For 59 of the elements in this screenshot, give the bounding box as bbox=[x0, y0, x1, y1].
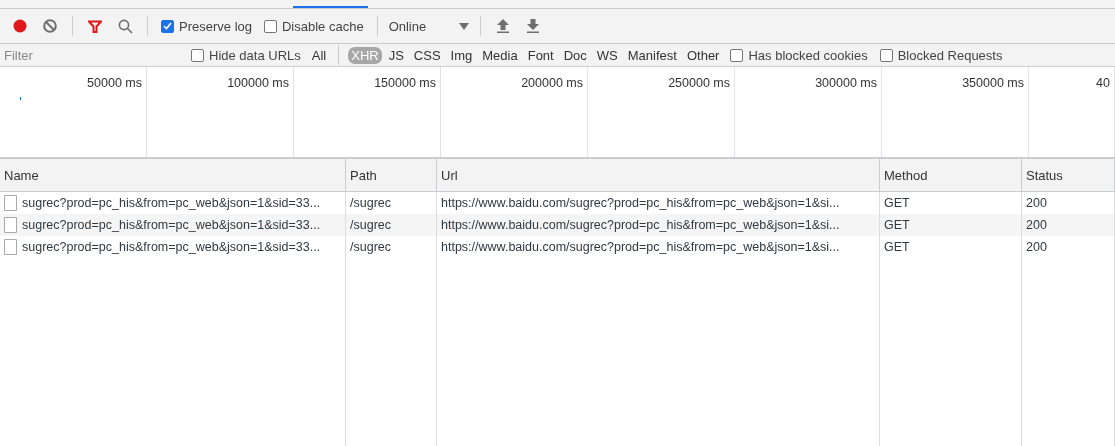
type-filter-button[interactable]: WS bbox=[593, 46, 621, 64]
table-cell: /sugrec bbox=[350, 240, 391, 254]
column-header[interactable]: Url bbox=[437, 159, 880, 192]
download-arrow-icon bbox=[526, 19, 539, 33]
file-icon bbox=[4, 239, 17, 255]
checkbox-label: Preserve log bbox=[179, 18, 252, 34]
checkbox-label: Disable cache bbox=[282, 18, 364, 34]
checkbox[interactable] bbox=[879, 48, 893, 62]
type-filter-button[interactable]: CSS bbox=[410, 46, 444, 64]
funnel-icon bbox=[88, 19, 102, 33]
type-filter-button[interactable]: Doc bbox=[560, 46, 590, 64]
throttling-dropdown[interactable]: Online bbox=[384, 15, 473, 37]
search-icon bbox=[117, 18, 133, 34]
time-tick-label: 50000 ms bbox=[87, 76, 142, 90]
type-filter-button[interactable]: Media bbox=[479, 46, 521, 64]
type-filter-button[interactable]: JS bbox=[385, 46, 407, 64]
checkbox-label: Has blocked cookies bbox=[748, 47, 868, 63]
upload-arrow-icon bbox=[496, 19, 509, 33]
file-icon bbox=[4, 195, 17, 211]
time-tick-label: 100000 ms bbox=[227, 76, 289, 90]
request-name[interactable]: sugrec?prod=pc_his&from=pc_web&json=1&sid=33... bbox=[22, 196, 321, 210]
request-name[interactable]: sugrec?prod=pc_his&from=pc_web&json=1&sid=33... bbox=[22, 240, 321, 254]
type-filter-button[interactable]: Other bbox=[683, 46, 723, 64]
time-tick-label: 200000 ms bbox=[521, 76, 583, 90]
file-icon bbox=[4, 217, 17, 233]
time-tick-label: 350000 ms bbox=[962, 76, 1024, 90]
column-header[interactable]: Method bbox=[880, 159, 1022, 192]
table-cell: GET bbox=[884, 240, 910, 254]
table-cell: 200 bbox=[1026, 218, 1047, 232]
time-tick-label: 40 bbox=[1096, 76, 1110, 90]
checkbox[interactable] bbox=[191, 48, 204, 62]
table-cell: https://www.baidu.com/sugrec?prod=pc_his&from=pc_web&json=1&si... bbox=[441, 196, 840, 210]
block-icon bbox=[43, 19, 57, 33]
checkbox[interactable] bbox=[161, 19, 174, 33]
request-mark bbox=[20, 97, 21, 100]
table-cell: 200 bbox=[1026, 196, 1047, 210]
column-header[interactable]: Status bbox=[1022, 159, 1115, 192]
table-cell: GET bbox=[884, 218, 910, 232]
checkbox-label: Hide data URLs bbox=[209, 47, 301, 63]
table-cell: GET bbox=[884, 196, 910, 210]
column-header[interactable]: Name bbox=[0, 159, 346, 192]
time-tick-label: 300000 ms bbox=[815, 76, 877, 90]
table-cell: /sugrec bbox=[350, 218, 391, 232]
record-icon bbox=[13, 19, 27, 33]
table-cell: https://www.baidu.com/sugrec?prod=pc_his&from=pc_web&json=1&si... bbox=[441, 240, 840, 254]
caret-icon bbox=[458, 22, 469, 30]
table-cell: https://www.baidu.com/sugrec?prod=pc_his&from=pc_web&json=1&si... bbox=[441, 218, 840, 232]
type-filter-button[interactable]: Img bbox=[447, 46, 476, 64]
type-filter-button[interactable]: All bbox=[308, 46, 330, 64]
checkbox[interactable] bbox=[264, 19, 277, 33]
column-header[interactable]: Path bbox=[346, 159, 437, 192]
time-tick-label: 250000 ms bbox=[668, 76, 730, 90]
table-cell: /sugrec bbox=[350, 196, 391, 210]
table-cell: 200 bbox=[1026, 240, 1047, 254]
type-filter-button[interactable]: Manifest bbox=[624, 46, 680, 64]
checkbox-label: Blocked Requests bbox=[897, 47, 1003, 63]
type-filter-button[interactable]: Font bbox=[524, 46, 557, 64]
checkbox[interactable] bbox=[730, 48, 744, 62]
time-tick-label: 150000 ms bbox=[374, 76, 436, 90]
